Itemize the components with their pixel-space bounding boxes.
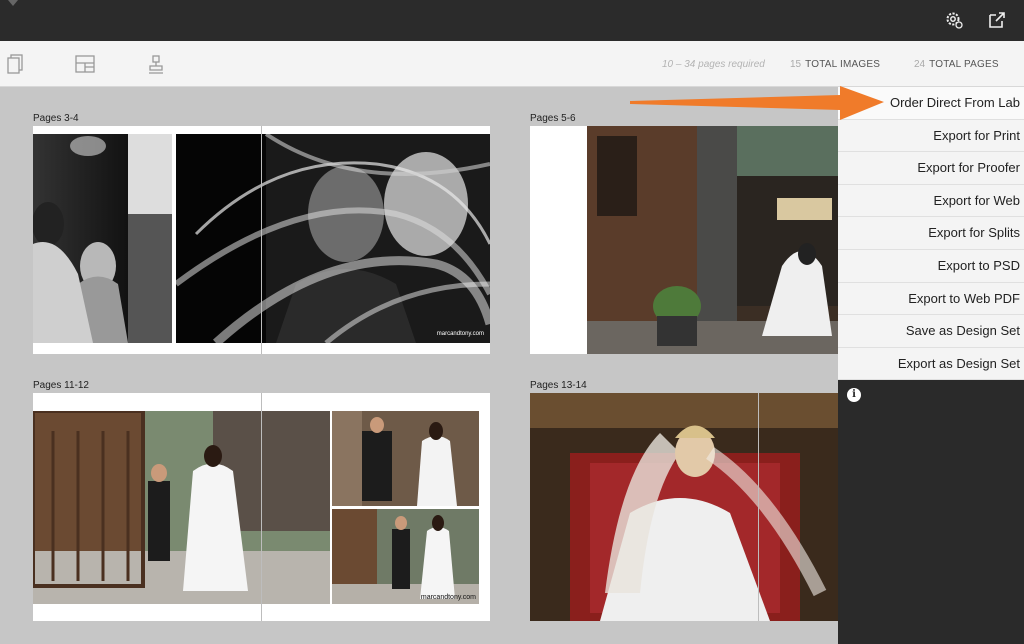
total-pages-label: TOTAL PAGES (929, 59, 999, 70)
total-pages-count: 24 (914, 59, 926, 70)
pages-required-text: 10 – 34 pages required (662, 59, 765, 70)
watermark-text: marcandtony.com (436, 331, 484, 337)
spread-pages-3-4[interactable]: marcandtony.com (33, 126, 490, 354)
top-bar (0, 0, 1024, 41)
spread-pages-13-14[interactable] (530, 393, 838, 621)
spread-fold-line (758, 393, 759, 621)
photo-street-dip-kiss[interactable] (587, 126, 838, 354)
spread-pages-5-6[interactable] (530, 126, 838, 354)
export-share-icon[interactable] (985, 8, 1009, 32)
menu-item-export-to-web-pdf[interactable]: Export to Web PDF (838, 282, 1024, 316)
settings-gear-icon[interactable] (942, 8, 966, 32)
spread-pages-11-12[interactable]: marcandtony.com (33, 393, 490, 621)
menu-item-export-for-proofer[interactable]: Export for Proofer (838, 152, 1024, 185)
photo-couple-gate[interactable] (33, 411, 330, 604)
album-toolbar: 10 – 34 pages required 15 TOTAL IMAGES 24… (0, 41, 1024, 87)
spread-fold-line (261, 393, 262, 621)
photo-bride-mirror[interactable] (33, 134, 172, 343)
export-menu: Order Direct From Lab Export for Print E… (838, 87, 1024, 381)
menu-item-export-for-print[interactable]: Export for Print (838, 119, 1024, 153)
menu-item-export-for-web[interactable]: Export for Web (838, 184, 1024, 218)
window-menu-indicator (8, 0, 18, 6)
photo-bride-chair[interactable] (530, 393, 838, 621)
menu-item-export-for-splits[interactable]: Export for Splits (838, 217, 1024, 250)
total-pages-stat: 24 TOTAL PAGES (914, 59, 999, 70)
spread-fold-line (261, 126, 262, 354)
stamp-icon[interactable] (144, 52, 168, 76)
spread-label: Pages 11-12 (33, 380, 89, 391)
info-icon[interactable]: i (847, 388, 861, 402)
total-images-stat: 15 TOTAL IMAGES (790, 59, 880, 70)
menu-item-export-to-psd[interactable]: Export to PSD (838, 249, 1024, 283)
spread-label: Pages 3-4 (33, 113, 79, 124)
total-images-label: TOTAL IMAGES (805, 59, 881, 70)
total-images-count: 15 (790, 59, 802, 70)
pages-icon[interactable] (3, 52, 27, 76)
watermark-text: marcandtony.com (420, 594, 476, 601)
annotation-arrow (630, 86, 884, 120)
layout-icon[interactable] (73, 52, 97, 76)
photo-couple-gate-small[interactable]: marcandtony.com (332, 509, 479, 604)
menu-item-export-as-design-set[interactable]: Export as Design Set (838, 347, 1024, 381)
photo-couple-wall[interactable] (332, 411, 479, 506)
menu-item-save-as-design-set[interactable]: Save as Design Set (838, 315, 1024, 348)
spread-label: Pages 5-6 (530, 113, 576, 124)
spread-label: Pages 13-14 (530, 380, 587, 391)
photo-couple-veil[interactable]: marcandtony.com (176, 134, 490, 343)
